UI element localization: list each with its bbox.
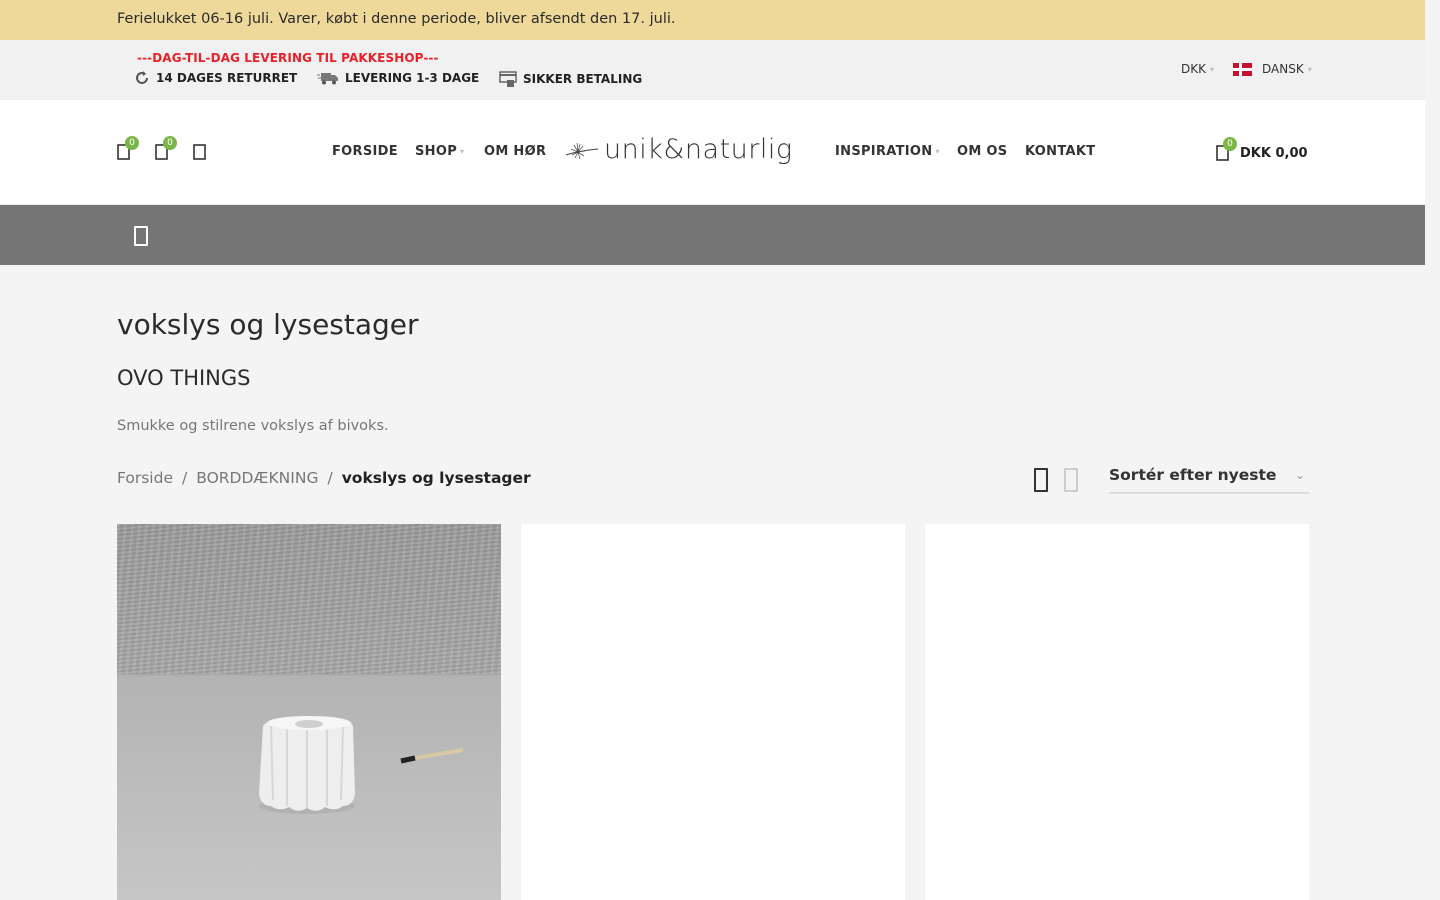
- secondary-nav-bar: [0, 205, 1425, 265]
- brand-heading: OVO THINGS: [117, 366, 251, 390]
- account-icon: [193, 144, 206, 160]
- cart-count-badge: 0: [1223, 137, 1237, 151]
- nav-om-hor-label: OM HØR: [484, 144, 547, 159]
- compare-count-badge: 0: [163, 136, 177, 150]
- candle-holder-photo: [259, 716, 464, 814]
- chevron-down-icon: ▾: [460, 147, 465, 156]
- product-card[interactable]: [117, 524, 501, 900]
- breadcrumb-current: vokslys og lysestager: [341, 469, 531, 487]
- nav-shop[interactable]: SHOP ▾: [415, 144, 464, 159]
- sort-label: Sortér efter nyeste: [1109, 466, 1277, 484]
- nav-forside-label: FORSIDE: [332, 144, 398, 159]
- language-label: DANSK: [1262, 62, 1304, 76]
- page-title: vokslys og lysestager: [117, 308, 419, 341]
- sort-select[interactable]: Sortér efter nyeste ⌄: [1109, 466, 1309, 494]
- breadcrumb-separator: /: [327, 469, 333, 487]
- nav-om-os[interactable]: OM OS: [957, 144, 1007, 159]
- chevron-down-icon: ⌄: [1294, 468, 1305, 482]
- product-card[interactable]: [521, 524, 905, 900]
- site-header: 0 0 FORSIDE SHOP ▾ OM HØR unik&naturlig …: [0, 100, 1425, 205]
- nav-om-hor[interactable]: OM HØR: [484, 144, 546, 159]
- danish-flag-icon: [1233, 62, 1252, 76]
- chevron-down-icon: ▾: [1307, 64, 1312, 74]
- secure-payment-icon: [499, 71, 517, 87]
- logo-text: unik&naturlig: [604, 134, 793, 165]
- nav-kontakt-label: KONTAKT: [1025, 144, 1096, 159]
- breadcrumb-home[interactable]: Forside: [117, 469, 173, 487]
- account-button[interactable]: [193, 143, 209, 163]
- nav-inspiration[interactable]: INSPIRATION ▾: [835, 144, 940, 159]
- menu-icon[interactable]: [134, 226, 148, 246]
- chevron-down-icon: ▾: [935, 147, 940, 156]
- announcement-bar: Ferielukket 06-16 juli. Varer, købt i de…: [0, 0, 1425, 40]
- chevron-down-icon: ▾: [1209, 64, 1214, 74]
- feature-returns-label: 14 DAGES RETURRET: [156, 71, 298, 85]
- feature-delivery: LEVERING 1-3 DAGE: [317, 70, 479, 86]
- nav-om-os-label: OM OS: [957, 144, 1008, 159]
- feature-payment-label: SIKKER BETALING: [523, 72, 643, 86]
- top-bar: ---DAG-TIL-DAG LEVERING TIL PAKKESHOP---…: [0, 40, 1425, 100]
- main-content: vokslys og lysestager OVO THINGS Smukke …: [0, 265, 1425, 900]
- nav-inspiration-label: INSPIRATION: [835, 144, 933, 159]
- nav-kontakt[interactable]: KONTAKT: [1025, 144, 1095, 159]
- compare-button[interactable]: 0: [155, 136, 177, 163]
- cart-total: DKK 0,00: [1240, 145, 1308, 161]
- breadcrumb-borddaekning[interactable]: BORDDÆKNING: [196, 469, 318, 487]
- product-image[interactable]: [117, 524, 501, 900]
- breadcrumb-separator: /: [181, 469, 188, 487]
- promo-text: ---DAG-TIL-DAG LEVERING TIL PAKKESHOP---: [137, 51, 439, 65]
- site-logo[interactable]: unik&naturlig: [564, 134, 793, 165]
- nav-shop-label: SHOP: [415, 144, 458, 159]
- category-description: Smukke og stilrene vokslys af bivoks.: [117, 418, 389, 434]
- feature-returns: 14 DAGES RETURRET: [134, 70, 297, 86]
- currency-label: DKK: [1181, 62, 1206, 76]
- wishlist-count-badge: 0: [125, 136, 139, 150]
- dandelion-logo-icon: [565, 142, 599, 159]
- cart-icon-wrap: 0: [1216, 137, 1237, 162]
- refresh-icon: [136, 71, 148, 84]
- grid-view-toggle[interactable]: [1034, 468, 1048, 492]
- feature-delivery-label: LEVERING 1-3 DAGE: [345, 71, 480, 85]
- list-view-toggle[interactable]: [1064, 468, 1078, 492]
- nav-forside[interactable]: FORSIDE: [332, 144, 398, 159]
- truck-icon: [317, 73, 338, 85]
- currency-selector[interactable]: DKK ▾: [1181, 62, 1214, 76]
- language-selector[interactable]: DANSK ▾: [1233, 62, 1312, 76]
- product-card[interactable]: [925, 524, 1309, 900]
- announcement-text: Ferielukket 06-16 juli. Varer, købt i de…: [117, 11, 676, 27]
- wishlist-button[interactable]: 0: [117, 136, 139, 163]
- breadcrumb: Forside / BORDDÆKNING / vokslys og lyses…: [117, 469, 531, 487]
- cart-button[interactable]: 0 DKK 0,00: [1216, 137, 1308, 162]
- feature-payment: SIKKER BETALING: [499, 70, 642, 88]
